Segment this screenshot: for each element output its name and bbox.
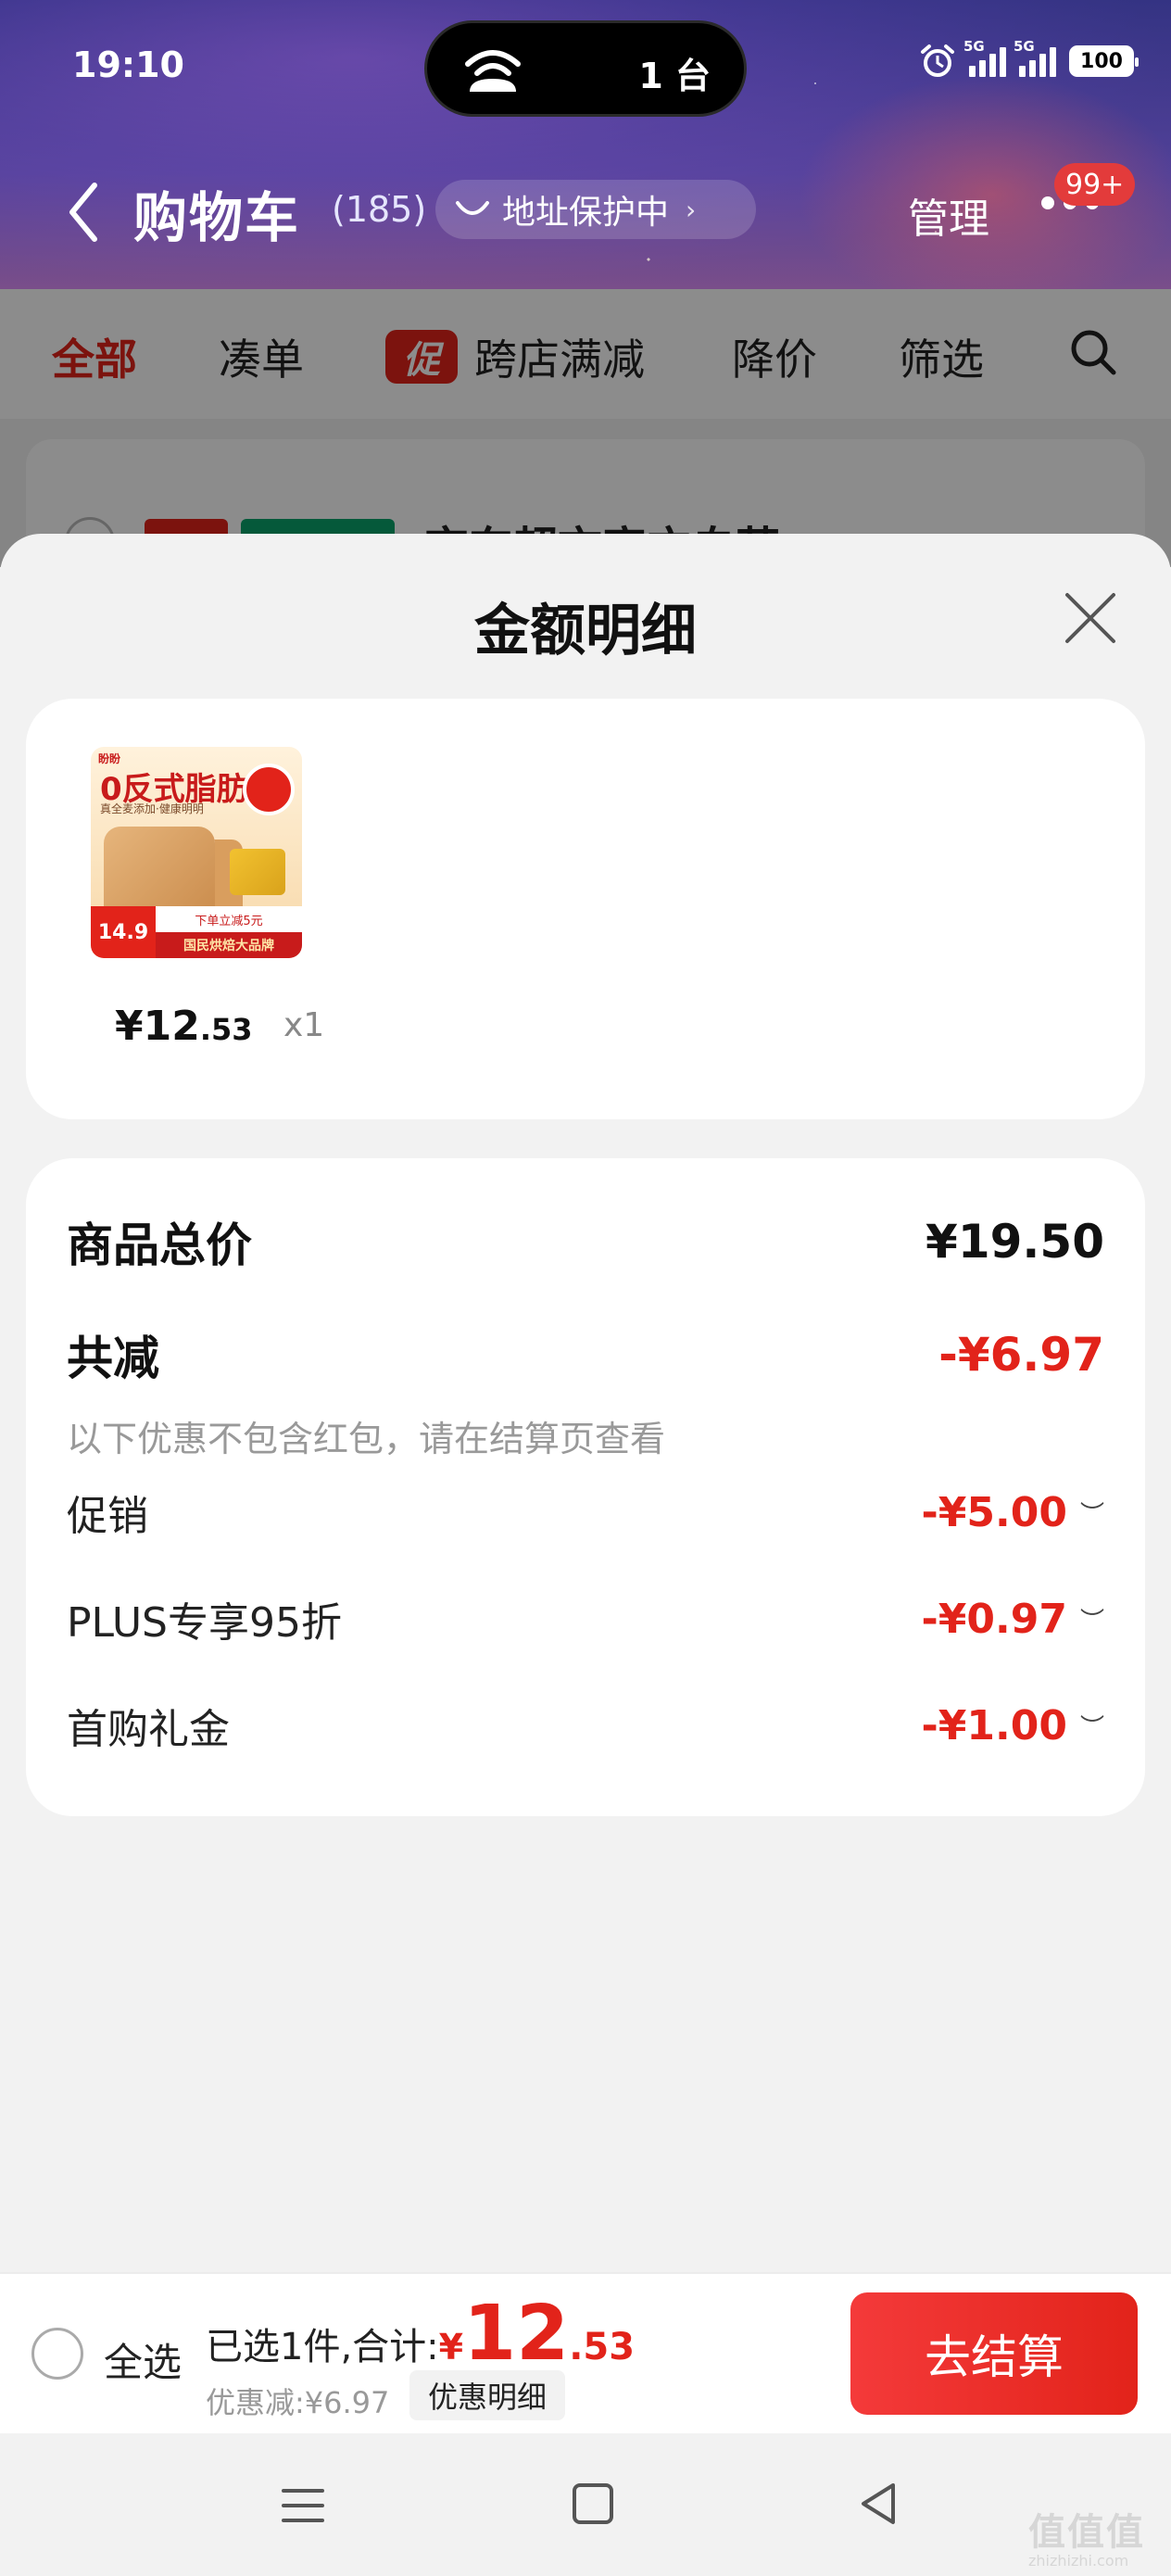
dynamic-island[interactable]: 1 台 [424,20,747,117]
smile-shield-icon [456,201,489,215]
fork-image [230,849,285,895]
address-protection-pill[interactable]: 地址保护中 › [435,180,756,239]
product-thumbnail[interactable]: 盼盼 0反式脂肪酸 真全麦添加·健康明明 下单立减5元 14.9 国民烘焙大品牌 [91,747,302,958]
discount-label: PLUS专享95折 [67,1599,342,1647]
signal-strength-1-icon: 5G [963,38,1006,77]
price-cents: .53 [199,1012,253,1047]
summary-amount-int: 12 [463,2290,570,2378]
checkout-button[interactable]: 去结算 [850,2292,1138,2415]
chevron-right-icon: › [686,194,697,225]
amount-detail-sheet: 金额明细 盼盼 0反式脂肪酸 真全麦添加·健康明明 下单立减5元 14.9 国民… [0,534,1171,2276]
back-icon[interactable] [858,2481,899,2526]
message-badge: 99+ [1054,163,1136,206]
select-all-checkbox[interactable] [31,2328,83,2380]
summary-yen: ¥ [438,2327,464,2368]
discount-row-first-purchase[interactable]: 首购礼金 -¥1.00 ︶ [67,1698,1104,1754]
select-all-label[interactable]: 全选 [104,2331,182,2388]
reduction-row: 共减 -¥6.97 [67,1321,1104,1388]
thumb-slogan: 国民烘焙大品牌 [156,932,302,958]
alarm-icon [921,44,954,77]
product-price: ¥12.53 [115,1003,253,1050]
home-icon[interactable] [573,2483,613,2524]
price-detail-card: 商品总价 ¥19.50 共减 -¥6.97 以下优惠不包含红包，请在结算页查看 … [26,1158,1145,1816]
discount-label: 促销 [67,1493,148,1540]
sheet-title: 金额明细 [474,599,697,663]
discount-value: -¥1.00 [921,1701,1067,1749]
discount-detail-button[interactable]: 优惠明细 [409,2370,566,2420]
watermark-sub: zhizhizhi.com [1028,2552,1129,2570]
watermark: 值值值 zhizhizhi.com [1028,2502,1145,2570]
discount-row-plus[interactable]: PLUS专享95折 -¥0.97 ︶ [67,1591,1104,1648]
discount-summary: 优惠减:¥6.97 [206,2385,390,2420]
page-title: 购物车 [133,186,301,249]
summary-label: 已选1件,合计: [206,2326,439,2368]
check-badge-icon [243,764,295,815]
recent-apps-icon[interactable] [282,2487,324,2524]
cart-count: (185) [332,189,427,230]
discount-value: -¥0.97 [921,1595,1067,1643]
total-value: ¥19.50 [925,1215,1104,1269]
summary-amount-dec: .53 [569,2326,636,2368]
hotspot-icon [465,50,521,92]
close-icon[interactable] [1062,589,1119,647]
battery-level: 100 [1080,49,1123,73]
watermark-main: 值值值 [1028,2511,1145,2554]
system-navigation-bar [0,2435,1171,2576]
connected-devices-count: 1 台 [638,56,711,96]
manage-button[interactable]: 管理 [908,185,989,245]
chevron-down-icon: ︶ [1079,1607,1104,1635]
thumb-promo: 下单立减5元 [156,906,302,932]
thumb-subline: 真全麦添加·健康明明 [100,802,204,815]
discount-row-promotion[interactable]: 促销 -¥5.00 ︶ [67,1484,1104,1541]
address-protection-label: 地址保护中 [502,194,670,232]
status-time: 19:10 [72,44,184,85]
discount-value: -¥5.00 [921,1488,1067,1536]
total-summary: 已选1件,合计: ¥ 12 .53 [206,2296,635,2372]
price-main: ¥12 [115,1003,200,1050]
product-card: 盼盼 0反式脂肪酸 真全麦添加·健康明明 下单立减5元 14.9 国民烘焙大品牌… [26,699,1145,1119]
discount-note: 以下优惠不包含红包，请在结算页查看 [67,1419,666,1459]
battery-icon: 100 [1069,45,1139,77]
chevron-down-icon: ︶ [1079,1713,1104,1742]
total-label: 商品总价 [67,1219,252,1272]
checkout-bar: 全选 已选1件,合计: ¥ 12 .53 优惠减:¥6.97 优惠明细 去结算 [0,2272,1171,2433]
product-quantity: x1 [283,1006,325,1044]
reduction-value: -¥6.97 [938,1328,1104,1382]
thumb-price: 14.9 [91,906,156,958]
overlay-dim[interactable] [0,289,1171,567]
reduction-label: 共减 [67,1332,159,1385]
chevron-down-icon: ︶ [1079,1500,1104,1529]
back-chevron-icon[interactable] [65,180,102,245]
signal-strength-2-icon: 5G [1014,38,1056,77]
total-row: 商品总价 ¥19.50 [67,1208,1104,1275]
discount-label: 首购礼金 [67,1706,230,1753]
status-icons: 5G 5G 100 [919,38,1139,80]
